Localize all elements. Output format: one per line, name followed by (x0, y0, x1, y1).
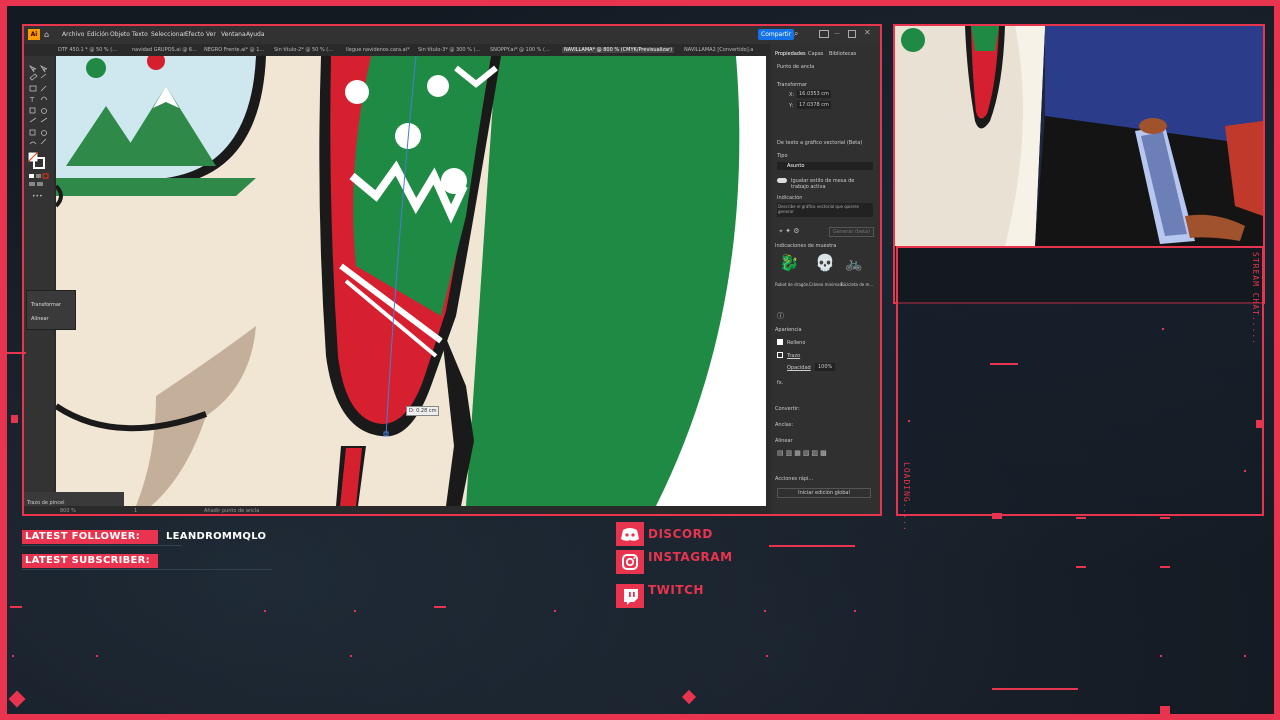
overlay-border (0, 0, 1280, 720)
